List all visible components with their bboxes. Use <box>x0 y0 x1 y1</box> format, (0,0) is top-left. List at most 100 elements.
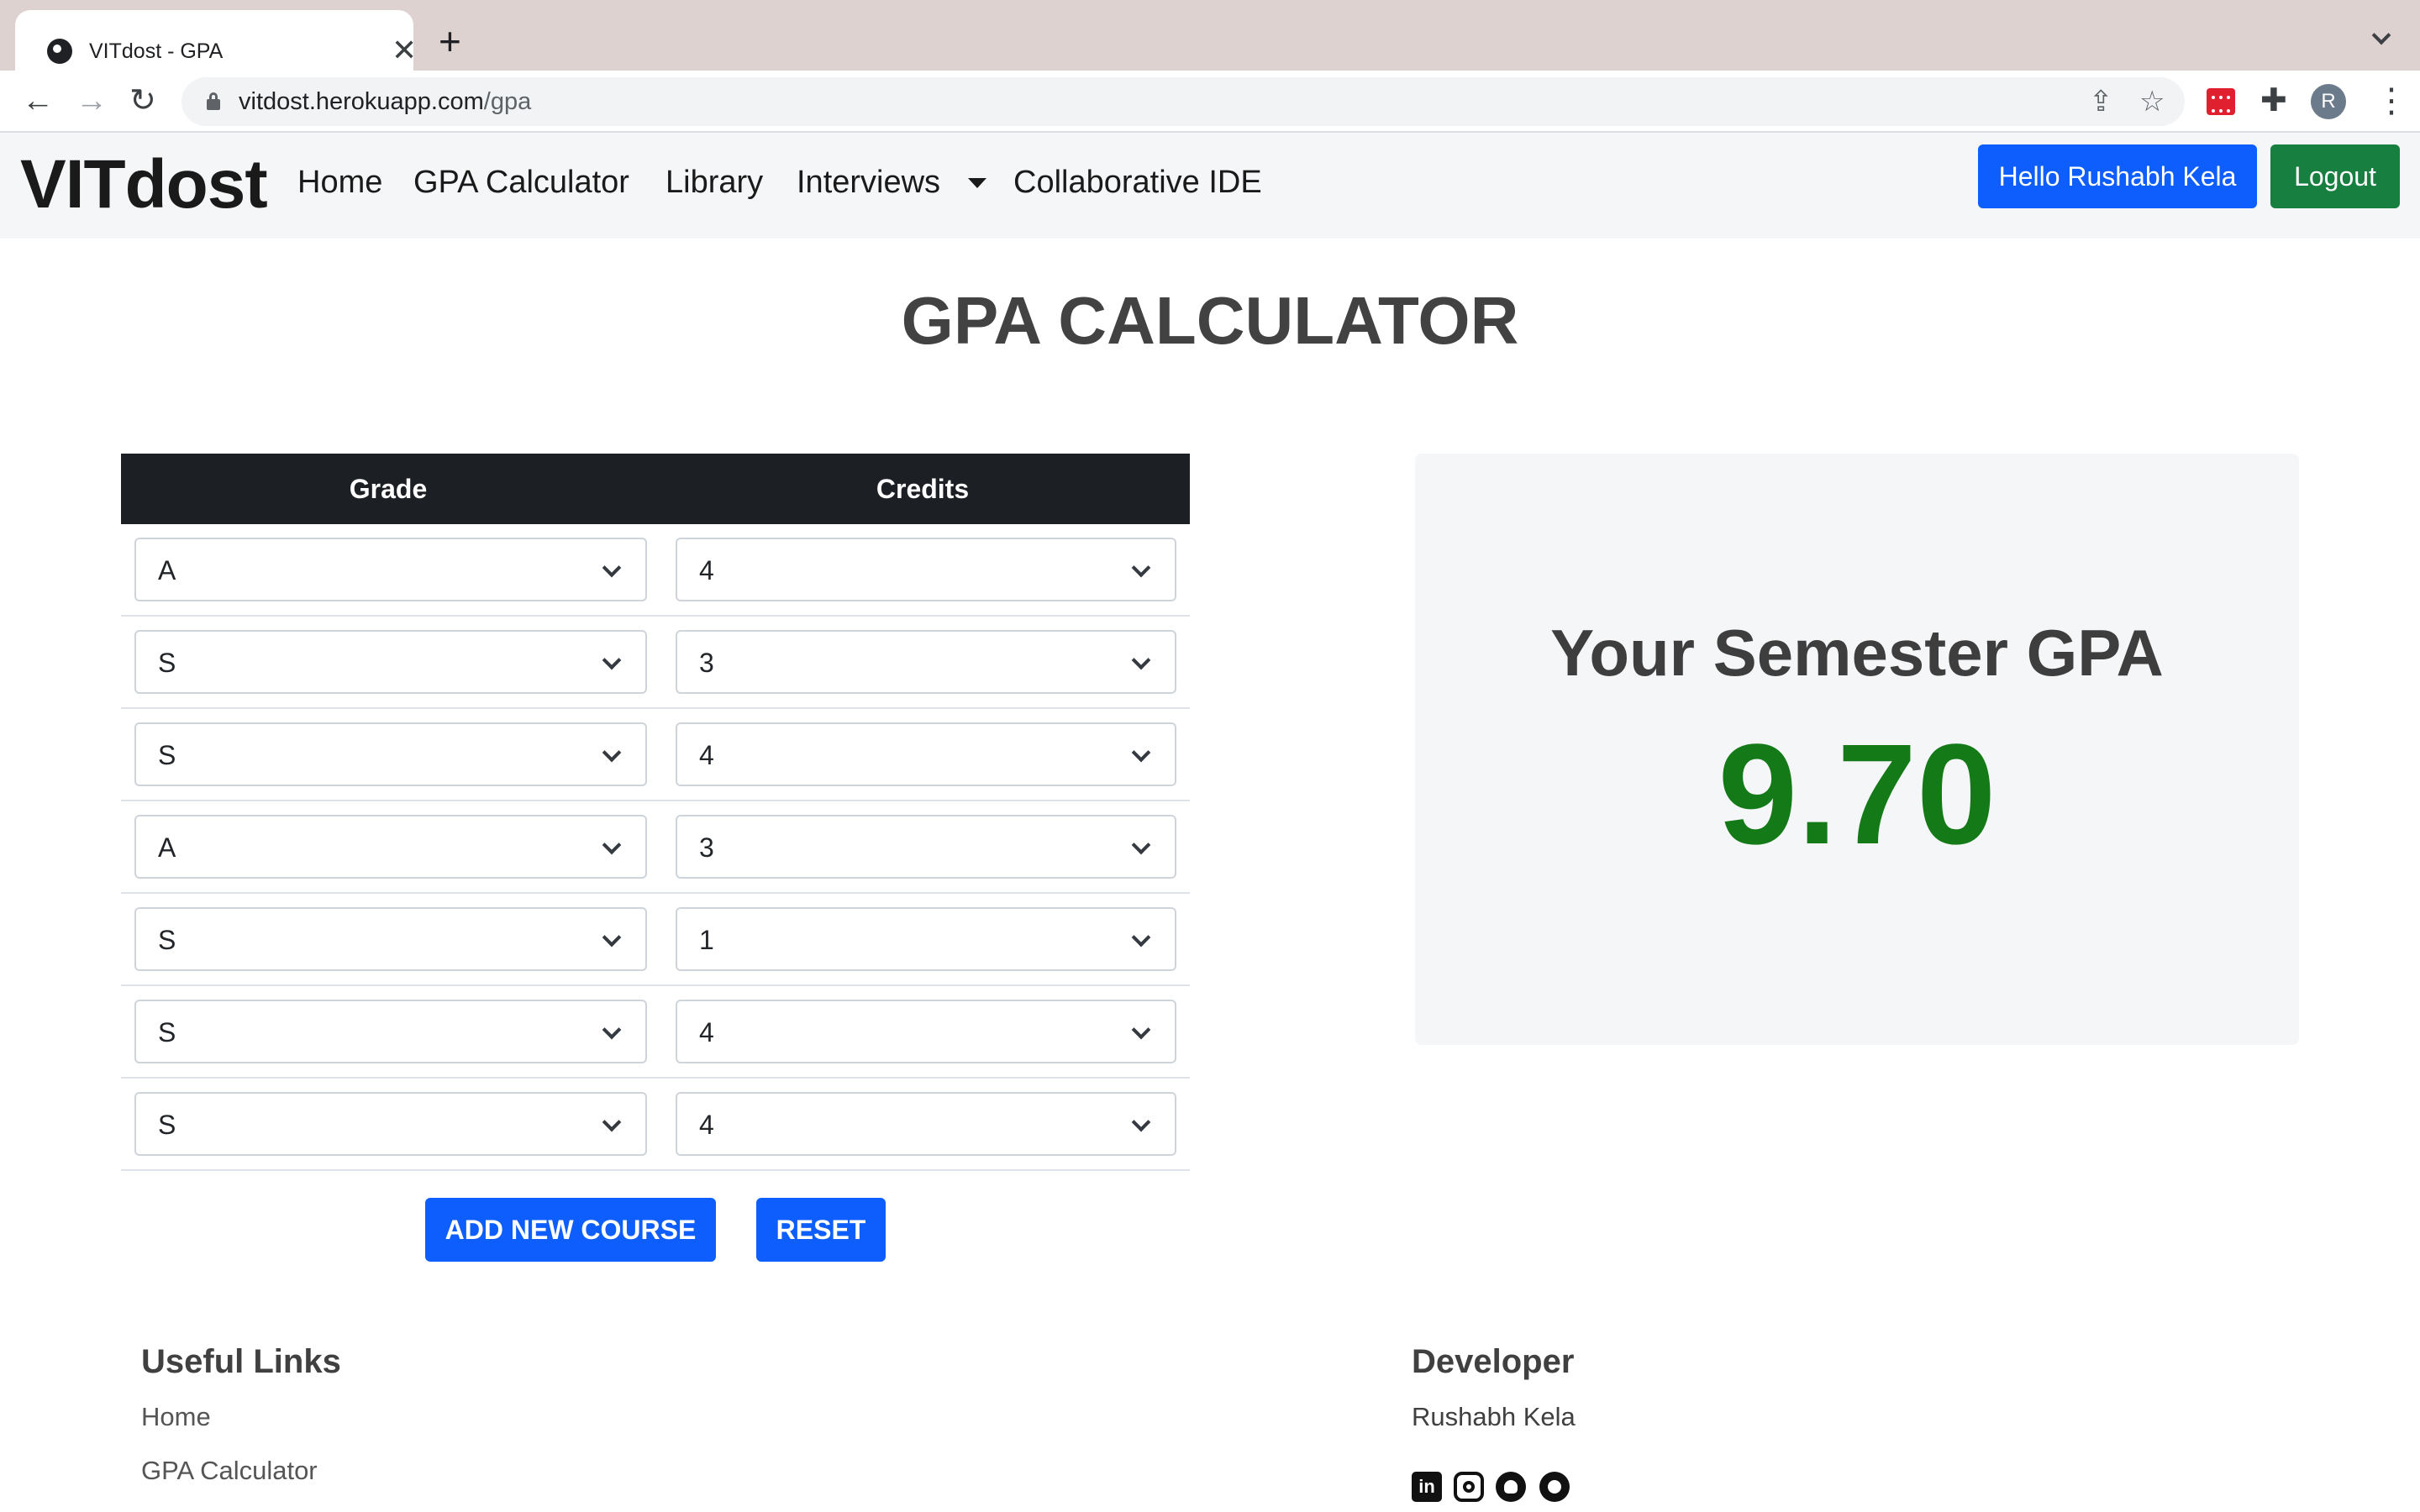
grade-value: A <box>158 555 176 585</box>
grade-select[interactable]: S <box>134 722 647 786</box>
column-header-grade: Grade <box>349 474 428 504</box>
gpa-result-label: Your Semester GPA <box>1550 616 2164 690</box>
table-row: S 1 <box>121 894 1190 986</box>
chevron-down-icon <box>1131 650 1151 670</box>
credits-value: 4 <box>699 1017 714 1047</box>
chevron-down-icon <box>1131 558 1151 578</box>
logout-button[interactable]: Logout <box>2270 144 2400 208</box>
new-tab-button[interactable]: + <box>439 22 461 60</box>
chevron-down-icon <box>1131 1112 1151 1132</box>
chevron-down-icon[interactable] <box>2371 25 2390 44</box>
credits-select[interactable]: 4 <box>676 722 1176 786</box>
credits-select[interactable]: 4 <box>676 1092 1176 1156</box>
table-row: S 3 <box>121 617 1190 709</box>
grade-select[interactable]: A <box>134 538 647 601</box>
credits-select[interactable]: 3 <box>676 815 1176 879</box>
mendeley-extension-icon[interactable] <box>2207 88 2235 115</box>
table-row: S 4 <box>121 1079 1190 1171</box>
back-arrow-icon[interactable]: ← <box>22 84 54 118</box>
chevron-down-icon <box>602 558 622 578</box>
profile-avatar[interactable]: R <box>2311 84 2346 119</box>
gpa-table: Grade Credits A 4 S 3 S 4 A 3 S 1 S 4 S … <box>121 454 1190 1171</box>
browser-toolbar: ← → ↻ vitdost.herokuapp.com/gpa ⇪ ☆ ✚ R … <box>0 71 2420 133</box>
chevron-down-icon <box>602 835 622 855</box>
table-row: A 3 <box>121 801 1190 894</box>
credits-value: 4 <box>699 740 714 770</box>
gpa-result-value: 9.70 <box>1718 715 1996 874</box>
extensions-puzzle-icon[interactable]: ✚ <box>2260 84 2287 118</box>
grade-select[interactable]: S <box>134 1000 647 1063</box>
chevron-down-icon <box>1131 743 1151 763</box>
github-icon[interactable] <box>1496 1472 1526 1502</box>
nav-link-home[interactable]: Home <box>297 163 382 202</box>
globe-icon <box>47 39 72 64</box>
credits-select[interactable]: 4 <box>676 538 1176 601</box>
nav-link-collaborative-ide[interactable]: Collaborative IDE <box>1013 163 1262 202</box>
nav-dropdown-interviews[interactable]: Interviews <box>797 163 940 202</box>
developer-heading: Developer <box>1412 1343 1575 1380</box>
gpa-result-card: Your Semester GPA 9.70 <box>1415 454 2299 1045</box>
credits-select[interactable]: 4 <box>676 1000 1176 1063</box>
url-text[interactable]: vitdost.herokuapp.com/gpa <box>239 88 531 115</box>
close-tab-icon[interactable]: ✕ <box>392 35 417 66</box>
credits-value: 3 <box>699 832 714 863</box>
grade-value: S <box>158 1017 176 1047</box>
grade-select[interactable]: S <box>134 907 647 971</box>
user-greeting-button[interactable]: Hello Rushabh Kela <box>1978 144 2257 208</box>
browser-tab-bar: VITdost - GPA ✕ + <box>0 0 2420 71</box>
browser-menu-icon[interactable]: ⋮ <box>2375 82 2408 119</box>
credits-select[interactable]: 3 <box>676 630 1176 694</box>
credits-value: 4 <box>699 1110 714 1140</box>
grade-value: S <box>158 740 176 770</box>
reset-button[interactable]: RESET <box>756 1198 886 1262</box>
address-bar[interactable]: vitdost.herokuapp.com/gpa ⇪ ☆ <box>182 77 2185 126</box>
nav-link-library[interactable]: Library <box>666 163 763 202</box>
chevron-down-icon <box>602 650 622 670</box>
linkedin-icon[interactable]: in <box>1412 1472 1442 1502</box>
chevron-down-icon <box>602 1020 622 1040</box>
url-path: /gpa <box>483 88 532 115</box>
brand-logo[interactable]: VITdost <box>20 143 268 227</box>
forward-arrow-icon[interactable]: → <box>76 84 108 118</box>
table-row: S 4 <box>121 986 1190 1079</box>
grade-select[interactable]: S <box>134 630 647 694</box>
chevron-down-icon <box>1131 1020 1151 1040</box>
grade-select[interactable]: S <box>134 1092 647 1156</box>
nav-link-gpa-calculator[interactable]: GPA Calculator <box>413 163 629 202</box>
developer-name: Rushabh Kela <box>1412 1402 1576 1431</box>
credits-value: 4 <box>699 555 714 585</box>
grade-value: A <box>158 832 176 863</box>
footer-link-gpa-calculator[interactable]: GPA Calculator <box>141 1455 318 1487</box>
column-header-credits: Credits <box>876 474 970 504</box>
table-header: Grade Credits <box>121 454 1190 524</box>
site-navbar: VITdost Home GPA Calculator Library Inte… <box>0 133 2420 239</box>
add-new-course-button[interactable]: ADD NEW COURSE <box>425 1198 716 1262</box>
useful-links-heading: Useful Links <box>141 1343 341 1380</box>
instagram-icon[interactable] <box>1454 1472 1484 1502</box>
browser-tab[interactable]: VITdost - GPA ✕ <box>15 10 417 71</box>
chevron-down-icon <box>1131 835 1151 855</box>
reload-icon[interactable]: ↻ <box>129 84 156 118</box>
url-host: vitdost.herokuapp.com <box>239 88 484 115</box>
tab-title: VITdost - GPA <box>89 39 224 63</box>
credits-value: 3 <box>699 648 714 678</box>
caret-down-icon[interactable] <box>968 178 986 188</box>
grade-select[interactable]: A <box>134 815 647 879</box>
table-row: S 4 <box>121 709 1190 801</box>
footer-link-home[interactable]: Home <box>141 1401 211 1433</box>
credits-value: 1 <box>699 925 714 955</box>
chevron-down-icon <box>602 743 622 763</box>
bookmark-star-icon[interactable]: ☆ <box>2139 86 2165 118</box>
chevron-down-icon <box>1131 927 1151 948</box>
chevron-down-icon <box>602 1112 622 1132</box>
credits-select[interactable]: 1 <box>676 907 1176 971</box>
grade-value: S <box>158 648 176 678</box>
share-icon[interactable]: ⇪ <box>2089 86 2113 118</box>
grade-value: S <box>158 925 176 955</box>
grade-value: S <box>158 1110 176 1140</box>
chrome-icon[interactable] <box>1539 1472 1570 1502</box>
page-title: GPA CALCULATOR <box>901 283 1519 358</box>
lock-icon[interactable] <box>207 92 220 110</box>
chevron-down-icon <box>602 927 622 948</box>
table-row: A 4 <box>121 524 1190 617</box>
